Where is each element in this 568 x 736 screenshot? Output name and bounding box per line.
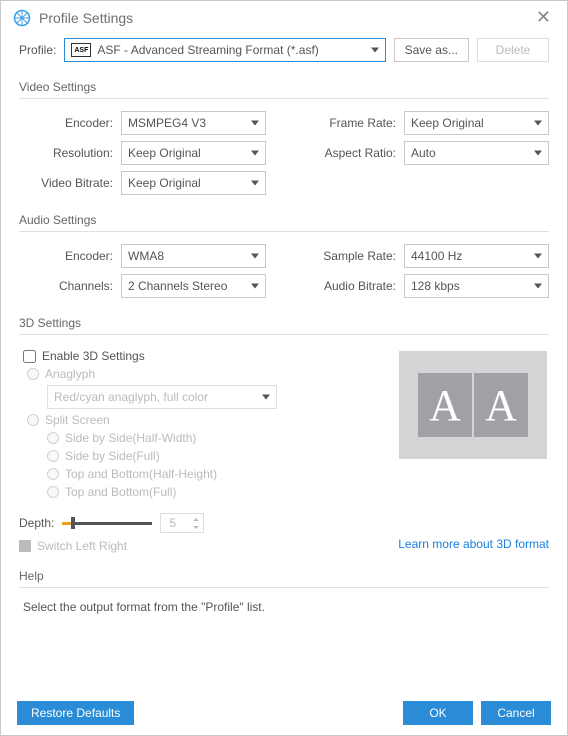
sbs-half-radio: Side by Side(Half-Width) [47, 431, 399, 445]
anaglyph-mode-select: Red/cyan anaglyph, full color [47, 385, 277, 409]
profile-select-value: ASF - Advanced Streaming Format (*.asf) [97, 43, 318, 57]
3d-preview-right: A [474, 373, 528, 437]
resolution-label: Resolution: [19, 146, 113, 160]
video-section: Video Settings Encoder: MSMPEG4 V3 Frame… [19, 80, 549, 195]
anaglyph-radio: Anaglyph [27, 367, 399, 381]
help-heading: Help [19, 569, 549, 585]
divider [19, 334, 549, 335]
audio-encoder-select[interactable]: WMA8 [121, 244, 266, 268]
3d-preview: A A [399, 351, 547, 459]
save-as-button[interactable]: Save as... [394, 38, 469, 62]
samplerate-label: Sample Rate: [302, 249, 396, 263]
video-encoder-select[interactable]: MSMPEG4 V3 [121, 111, 266, 135]
chevron-down-icon [251, 151, 259, 156]
enable-3d-input[interactable] [23, 350, 36, 363]
3d-section: 3D Settings Enable 3D Settings Anaglyph … [19, 316, 549, 551]
chevron-down-icon [190, 523, 202, 531]
window-title: Profile Settings [39, 10, 133, 26]
divider [19, 98, 549, 99]
learn-more-link[interactable]: Learn more about 3D format [398, 537, 549, 551]
profile-label: Profile: [19, 43, 56, 57]
split-radio-input [27, 414, 39, 426]
framerate-label: Frame Rate: [302, 116, 396, 130]
video-heading: Video Settings [19, 80, 549, 96]
audio-bitrate-select[interactable]: 128 kbps [404, 274, 549, 298]
ok-button[interactable]: OK [403, 701, 473, 725]
chevron-down-icon [534, 151, 542, 156]
profile-select[interactable]: ASF ASF - Advanced Streaming Format (*.a… [64, 38, 385, 62]
chevron-up-icon [190, 515, 202, 523]
depth-label: Depth: [19, 516, 54, 530]
framerate-select[interactable]: Keep Original [404, 111, 549, 135]
profile-row: Profile: ASF ASF - Advanced Streaming Fo… [19, 38, 549, 62]
chevron-down-icon [251, 284, 259, 289]
chevron-down-icon [534, 284, 542, 289]
app-logo-icon [13, 9, 31, 27]
enable-3d-label: Enable 3D Settings [42, 349, 145, 363]
chevron-down-icon [251, 121, 259, 126]
audio-encoder-label: Encoder: [19, 249, 113, 263]
aspect-label: Aspect Ratio: [302, 146, 396, 160]
footer: Restore Defaults OK Cancel [1, 691, 567, 735]
chevron-down-icon [534, 254, 542, 259]
divider [19, 587, 549, 588]
samplerate-select[interactable]: 44100 Hz [404, 244, 549, 268]
restore-defaults-button[interactable]: Restore Defaults [17, 701, 134, 725]
audio-section: Audio Settings Encoder: WMA8 Sample Rate… [19, 213, 549, 298]
help-text: Select the output format from the "Profi… [23, 600, 549, 614]
chevron-down-icon [371, 48, 379, 53]
help-section: Help Select the output format from the "… [19, 569, 549, 614]
chevron-down-icon [534, 121, 542, 126]
chevron-down-icon [251, 254, 259, 259]
switch-lr-label: Switch Left Right [37, 539, 127, 553]
chevron-down-icon [251, 181, 259, 186]
video-bitrate-select[interactable]: Keep Original [121, 171, 266, 195]
channels-label: Channels: [19, 279, 113, 293]
video-bitrate-label: Video Bitrate: [19, 176, 113, 190]
checkbox-icon [19, 540, 31, 552]
titlebar: Profile Settings ✕ [1, 1, 567, 34]
channels-select[interactable]: 2 Channels Stereo [121, 274, 266, 298]
divider [19, 231, 549, 232]
sbs-full-radio: Side by Side(Full) [47, 449, 399, 463]
split-radio: Split Screen [27, 413, 399, 427]
enable-3d-checkbox[interactable]: Enable 3D Settings [23, 349, 399, 363]
tab-half-radio: Top and Bottom(Half-Height) [47, 467, 399, 481]
tab-full-radio: Top and Bottom(Full) [47, 485, 399, 499]
3d-heading: 3D Settings [19, 316, 549, 332]
depth-slider[interactable] [62, 518, 152, 528]
audio-heading: Audio Settings [19, 213, 549, 229]
split-label: Split Screen [45, 413, 110, 427]
audio-bitrate-label: Audio Bitrate: [302, 279, 396, 293]
anaglyph-radio-input [27, 368, 39, 380]
close-icon[interactable]: ✕ [532, 7, 555, 28]
slider-handle[interactable] [71, 517, 75, 529]
chevron-down-icon [262, 395, 270, 400]
3d-preview-left: A [418, 373, 472, 437]
format-icon: ASF [71, 43, 91, 57]
anaglyph-label: Anaglyph [45, 367, 95, 381]
depth-value: 5 [169, 516, 176, 530]
depth-spinner: 5 [160, 513, 204, 533]
delete-button: Delete [477, 38, 549, 62]
cancel-button[interactable]: Cancel [481, 701, 551, 725]
aspect-select[interactable]: Auto [404, 141, 549, 165]
resolution-select[interactable]: Keep Original [121, 141, 266, 165]
video-encoder-label: Encoder: [19, 116, 113, 130]
